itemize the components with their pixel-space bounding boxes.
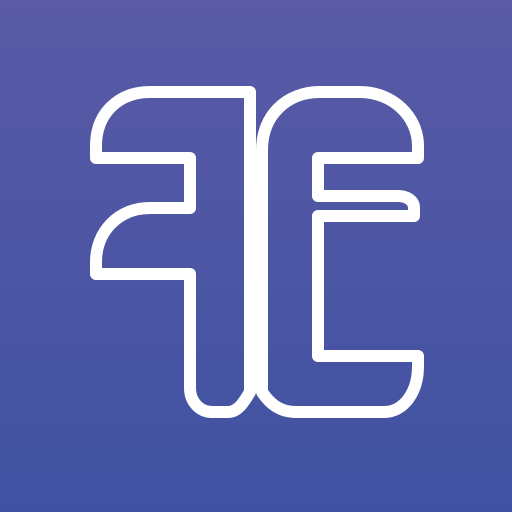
app-logo-monogram-icon <box>90 86 424 418</box>
logo-left-stroke <box>90 86 256 418</box>
app-icon-background <box>0 0 512 512</box>
logo-right-stroke <box>256 86 424 418</box>
